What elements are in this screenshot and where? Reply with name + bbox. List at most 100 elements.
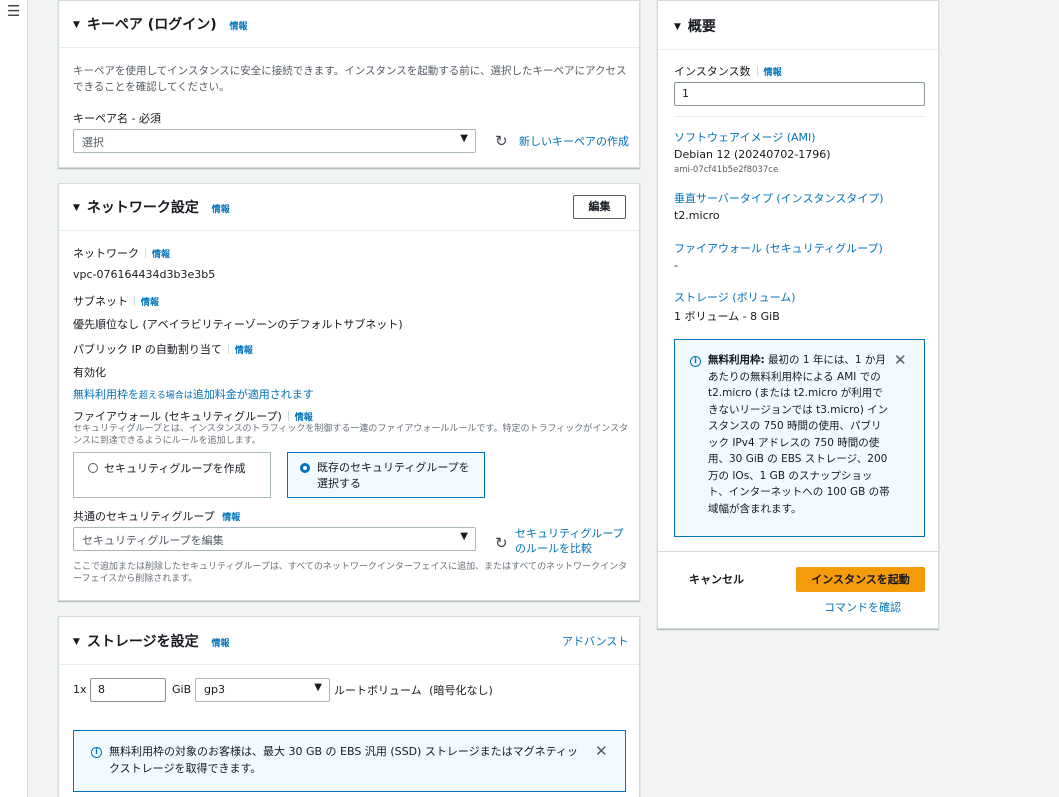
ami-id: ami-07cf41b5e2f8037ce — [674, 165, 779, 175]
caret-down-icon: ▼ — [460, 531, 468, 542]
create-keypair-link[interactable]: 新しいキーペアの作成 — [519, 133, 629, 149]
public-ip-label-text: パブリック IP の自動割り当て — [73, 343, 222, 356]
common-sg-label-text: 共通のセキュリティグループ — [73, 510, 215, 523]
storage-summary-link[interactable]: ストレージ (ボリューム) — [674, 289, 796, 305]
volume-type-value: gp3 — [204, 683, 225, 696]
summary-panel: ▼ 概要 インスタンス数 情報 1 ソフトウェアイメージ (AMI) Debian … — [657, 0, 940, 629]
volume-count: 1x — [73, 683, 87, 696]
cancel-button[interactable]: キャンセル — [689, 571, 744, 587]
caret-down-icon: ▼ — [314, 682, 322, 693]
network-value: vpc-076164434d3b3e3b5 — [73, 268, 216, 281]
summary-alert-body: 最初の 1 年には、1 か月あたりの無料利用枠による AMI での t2.mic… — [708, 354, 890, 515]
firewall-description: セキュリティグループとは、インスタンスのトラフィックを制御する一連のファイアウォ… — [73, 424, 629, 446]
storage-alert-text: 無料利用枠の対象のお客様は、最大 30 GB の EBS 汎用 (SSD) スト… — [109, 745, 578, 775]
summary-free-tier-alert: i 無料利用枠: 最初の 1 年には、1 か月あたりの無料利用枠による AMI … — [674, 339, 925, 537]
info-link[interactable]: 情報 — [295, 413, 313, 423]
keypair-description: キーペアを使用してインスタンスに安全に接続できます。インスタンスを起動する前に、… — [73, 65, 627, 93]
radio-checked-icon[interactable] — [300, 463, 310, 473]
edit-button[interactable]: 編集 — [573, 195, 626, 219]
left-rail: ☰ — [0, 0, 28, 797]
refresh-icon[interactable]: ↻ — [495, 132, 508, 150]
extra-charges-link[interactable]: 追加料金が適用されます — [193, 388, 314, 401]
info-link[interactable]: 情報 — [152, 250, 170, 260]
storage-title[interactable]: ▼ ストレージを設定 情報 — [73, 631, 230, 651]
software-image-link[interactable]: ソフトウェアイメージ (AMI) — [674, 129, 816, 145]
instance-count-label-text: インスタンス数 — [674, 65, 751, 78]
storage-title-text: ストレージを設定 — [86, 634, 199, 650]
collapse-triangle-icon[interactable]: ▼ — [674, 22, 681, 32]
info-link[interactable]: 情報 — [229, 22, 247, 32]
storage-panel: ▼ ストレージを設定 情報 アドバンスト 1x 8 GiB gp3 ▼ ルートボリ… — [58, 616, 640, 797]
caret-down-icon: ▼ — [460, 133, 468, 144]
root-volume-label: ルートボリューム (暗号化なし) — [334, 682, 493, 698]
free-tier-mid: 超える場合は — [139, 391, 193, 401]
storage-summary-value: 1 ボリューム - 8 GiB — [674, 310, 780, 323]
subnet-label-text: サブネット — [73, 295, 128, 308]
keypair-select[interactable]: 選択 ▼ — [73, 129, 476, 153]
volume-type-select[interactable]: gp3 ▼ — [195, 678, 330, 702]
summary-alert-title: 無料利用枠: — [708, 354, 765, 366]
existing-sg-option[interactable]: 既存のセキュリティグループを選択する — [287, 452, 485, 498]
info-link[interactable]: 情報 — [212, 205, 230, 215]
volume-size-input[interactable]: 8 — [90, 678, 166, 702]
firewall-label: ファイアウォール (セキュリティグループ) 情報 — [73, 408, 313, 424]
refresh-icon[interactable]: ↻ — [495, 534, 508, 552]
info-link[interactable]: 情報 — [141, 298, 159, 308]
instance-count-input[interactable]: 1 — [674, 82, 925, 106]
close-icon[interactable]: ✕ — [894, 351, 907, 369]
sg-note: ここで追加または削除したセキュリティグループは、すべてのネットワークインターフェ… — [73, 562, 628, 584]
info-circle-icon: i — [690, 356, 701, 367]
volume-unit: GiB — [172, 683, 192, 696]
launch-instance-button[interactable]: インスタンスを起動 — [796, 567, 925, 592]
keypair-name-label: キーペア名 - 必須 — [73, 112, 161, 125]
collapse-triangle-icon[interactable]: ▼ — [73, 637, 80, 647]
create-sg-label: セキュリティグループを作成 — [104, 462, 246, 475]
keypair-panel: ▼ キーペア (ログイン) 情報 キーペアを使用してインスタンスに安全に接続できま… — [58, 0, 640, 168]
instance-count-label: インスタンス数 情報 — [674, 63, 782, 79]
radio-unchecked-icon[interactable] — [88, 463, 98, 473]
free-tier-notice: 無料利用枠を超える場合は追加料金が適用されます — [73, 386, 314, 402]
common-sg-label: 共通のセキュリティグループ 情報 — [73, 508, 240, 524]
instance-type-link[interactable]: 垂直サーバータイプ (インスタンスタイプ) — [674, 190, 884, 206]
firewall-summary-value: - — [674, 259, 678, 272]
collapse-triangle-icon[interactable]: ▼ — [73, 203, 80, 213]
public-ip-label: パブリック IP の自動割り当て 情報 — [73, 341, 253, 357]
firewall-label-text: ファイアウォール (セキュリティグループ) — [73, 410, 282, 423]
advanced-link[interactable]: アドバンスト — [562, 633, 628, 649]
root-volume-text: ルートボリューム — [334, 684, 422, 697]
summary-title[interactable]: ▼ 概要 — [674, 16, 716, 36]
security-group-select-placeholder: セキュリティグループを編集 — [82, 534, 224, 547]
summary-alert-text: 無料利用枠: 最初の 1 年には、1 か月あたりの無料利用枠による AMI での… — [708, 352, 890, 517]
keypair-select-value: 選択 — [82, 136, 104, 149]
hamburger-icon[interactable]: ☰ — [7, 2, 20, 20]
ami-name: Debian 12 (20240702-1796) — [674, 148, 831, 161]
summary-title-text: 概要 — [687, 19, 716, 35]
create-sg-option[interactable]: セキュリティグループを作成 — [73, 452, 271, 498]
network-title[interactable]: ▼ ネットワーク設定 情報 — [73, 197, 230, 217]
keypair-title[interactable]: ▼ キーペア (ログイン) 情報 — [73, 14, 247, 34]
network-label-text: ネットワーク — [73, 247, 139, 260]
compare-sg-rules-link[interactable]: セキュリティグループのルールを比較 — [515, 526, 625, 556]
keypair-title-text: キーペア (ログイン) — [86, 17, 217, 33]
network-panel: ▼ ネットワーク設定 情報 編集 ネットワーク 情報 vpc-076164434d3… — [58, 183, 640, 601]
collapse-triangle-icon[interactable]: ▼ — [73, 20, 80, 30]
info-link[interactable]: 情報 — [222, 513, 240, 523]
close-icon[interactable]: ✕ — [595, 742, 608, 760]
encryption-status: (暗号化なし) — [429, 684, 493, 697]
subnet-value: 優先順位なし (アベイラビリティーゾーンのデフォルトサブネット) — [73, 318, 403, 331]
public-ip-value: 有効化 — [73, 366, 106, 379]
info-circle-icon: i — [91, 747, 102, 758]
existing-sg-label: 既存のセキュリティグループを選択する — [317, 461, 470, 490]
storage-free-tier-alert: i 無料利用枠の対象のお客様は、最大 30 GB の EBS 汎用 (SSD) … — [73, 730, 626, 792]
network-label: ネットワーク 情報 — [73, 245, 170, 261]
info-link[interactable]: 情報 — [235, 346, 253, 356]
review-command-link[interactable]: コマンドを確認 — [824, 599, 901, 615]
firewall-summary-link[interactable]: ファイアウォール (セキュリティグループ) — [674, 240, 883, 256]
free-tier-link[interactable]: 無料利用枠を — [73, 388, 139, 401]
info-link[interactable]: 情報 — [212, 639, 230, 649]
security-group-select[interactable]: セキュリティグループを編集 ▼ — [73, 527, 476, 551]
instance-type-value: t2.micro — [674, 209, 720, 222]
subnet-label: サブネット 情報 — [73, 293, 159, 309]
info-link[interactable]: 情報 — [764, 68, 782, 78]
network-title-text: ネットワーク設定 — [86, 200, 199, 216]
